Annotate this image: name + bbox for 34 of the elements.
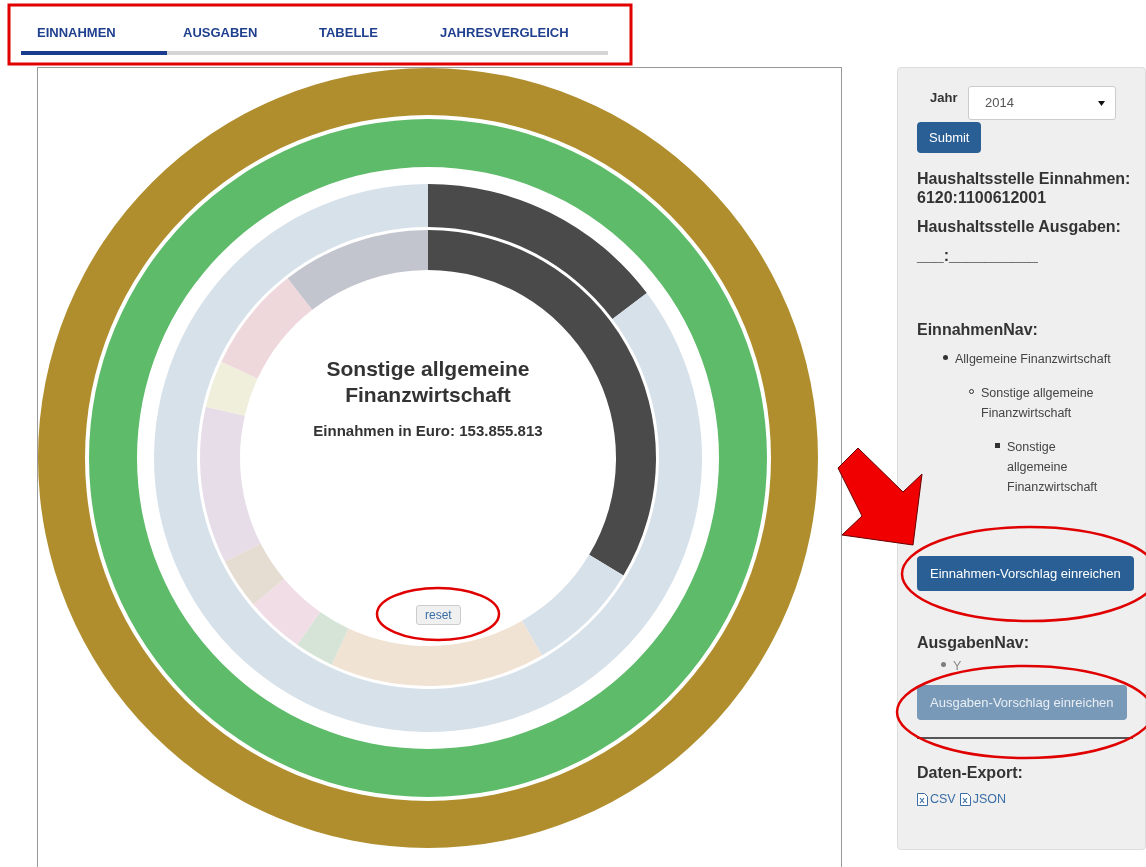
reset-button[interactable]: reset <box>416 605 461 625</box>
field-label: Jahr <box>929 89 959 107</box>
export-link[interactable]: CSV <box>930 790 956 809</box>
section-heading: Haushaltsstelle Einnahmen: <box>917 169 1132 188</box>
bullet-icon <box>943 354 948 360</box>
file-icon <box>959 792 971 806</box>
nav-tab[interactable]: AUSGABEN <box>167 22 303 55</box>
ring-segment[interactable] <box>428 184 647 319</box>
ring-segment[interactable] <box>522 554 624 656</box>
section-heading: Haushaltsstelle Ausgaben: <box>917 217 1122 236</box>
nav-tab[interactable]: TABELLE <box>303 22 424 55</box>
ring[interactable] <box>89 119 767 797</box>
section-heading: Daten-Export: <box>917 763 1024 782</box>
year-dropdown[interactable]: 2014 <box>968 86 1116 120</box>
dropdown-value: 2014 <box>985 94 1014 113</box>
account-code: ___:__________ <box>917 246 1039 265</box>
submit-button[interactable]: Submit <box>917 122 982 153</box>
bullet-icon <box>995 442 1000 448</box>
bullet-icon <box>941 661 946 667</box>
section-heading: EinnahmenNav: <box>917 320 1039 339</box>
caret-icon <box>1098 100 1105 106</box>
submit-proposal-button[interactable]: Einnahmen-Vorschlag einreichen <box>917 556 1134 591</box>
nav-tab[interactable]: EINNAHMEN <box>21 22 167 55</box>
chart-subtitle: Einnahmen in Euro: 153.855.813 <box>313 421 543 441</box>
section-heading: AusgabenNav: <box>917 633 1031 652</box>
account-code: 6120:1100612001 <box>917 188 1048 207</box>
nav-item[interactable]: Allgemeine Finanzwirtschaft <box>955 349 1111 369</box>
nav-item[interactable]: Sonstige allgemeine Finanzwirtschaft <box>1007 437 1107 497</box>
nav-tab[interactable]: JAHRESVERGLEICH <box>424 22 608 55</box>
file-icon <box>917 792 928 806</box>
export-link[interactable]: JSON <box>972 790 1007 809</box>
nav-item[interactable]: Sonstige allgemeine Finanzwirtschaft <box>981 383 1111 423</box>
chart-title: Sonstige allgemeine Finanzwirtschaft <box>325 356 531 408</box>
ring-segment[interactable] <box>154 184 702 732</box>
